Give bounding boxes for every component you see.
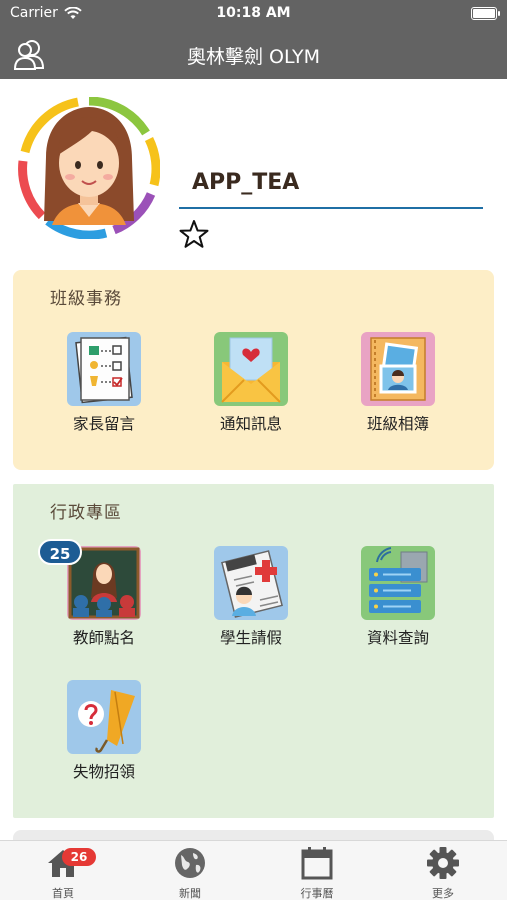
gear-icon xyxy=(427,847,459,879)
admin-section: 行政專區 教師點名 學生請假 資料查詢 失物招領 xyxy=(13,484,494,818)
avatar[interactable] xyxy=(18,97,160,239)
tile-label: 資料查詢 xyxy=(366,629,429,647)
battery-icon xyxy=(471,7,500,20)
tile-label: 通知訊息 xyxy=(219,415,282,433)
tile-lost-and-found[interactable]: 失物招領 xyxy=(49,680,159,782)
status-time: 10:18 AM xyxy=(216,5,291,21)
tab-news[interactable]: 新聞 xyxy=(145,845,235,900)
envelope-heart-icon xyxy=(214,332,288,406)
tab-calendar[interactable]: 行事曆 xyxy=(272,845,362,900)
class-affairs-section: 班級事務 家長留言 通知訊息 班級相簿 xyxy=(13,270,494,470)
star-icon[interactable] xyxy=(178,219,210,249)
nav-bar: 奧林擊劍 OLYM xyxy=(0,28,507,79)
server-icon xyxy=(361,546,435,620)
leave-form-icon xyxy=(214,546,288,620)
tab-label: 首頁 xyxy=(52,887,74,900)
tile-data-query[interactable]: 資料查詢 xyxy=(343,546,453,648)
tile-label: 學生請假 xyxy=(219,629,282,647)
photo-album-icon xyxy=(361,332,435,406)
tile-label: 教師點名 xyxy=(72,629,135,647)
tab-label: 新聞 xyxy=(179,887,201,900)
home-badge: 26 xyxy=(62,848,96,866)
section-title-class: 班級事務 xyxy=(50,289,122,309)
tile-label: 班級相簿 xyxy=(366,415,429,433)
tab-more[interactable]: 更多 xyxy=(398,845,488,900)
roll-call-badge: 25 xyxy=(38,539,82,565)
tile-label: 失物招領 xyxy=(72,763,135,781)
tile-notifications[interactable]: 通知訊息 xyxy=(196,332,306,434)
tile-student-leave[interactable]: 學生請假 xyxy=(196,546,306,648)
username: APP_TEA xyxy=(192,170,300,195)
checklist-icon xyxy=(67,332,141,406)
lost-umbrella-icon xyxy=(67,680,141,754)
page-title: 奧林擊劍 OLYM xyxy=(186,46,321,68)
tab-label: 更多 xyxy=(432,887,454,900)
calendar-icon xyxy=(301,847,333,880)
username-underline xyxy=(179,207,483,209)
status-bar: Carrier 10:18 AM xyxy=(0,0,507,28)
tile-parent-messages[interactable]: 家長留言 xyxy=(49,332,159,434)
tile-class-album[interactable]: 班級相簿 xyxy=(343,332,453,434)
tab-label: 行事曆 xyxy=(300,887,334,900)
section-title-admin: 行政專區 xyxy=(50,503,122,523)
globe-icon xyxy=(175,848,205,878)
tile-label: 家長留言 xyxy=(72,415,135,433)
